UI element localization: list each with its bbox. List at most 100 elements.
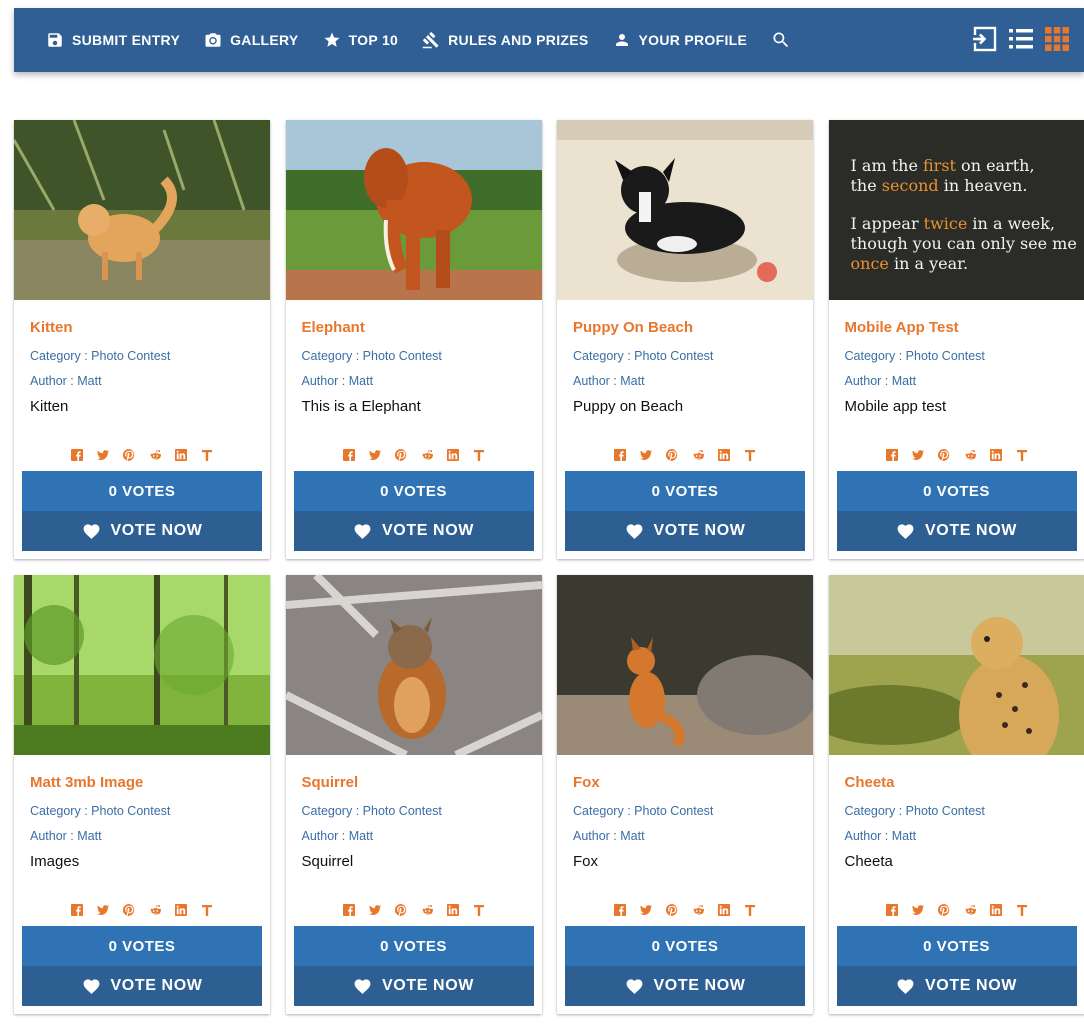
nav-your-profile[interactable]: YOUR PROFILE	[613, 31, 748, 49]
author-value[interactable]: Matt	[77, 374, 101, 388]
vote-now-button[interactable]: VOTE NOW	[293, 511, 534, 551]
share-facebook[interactable]	[885, 448, 898, 461]
category-value[interactable]: Photo Contest	[363, 804, 442, 818]
share-reddit[interactable]	[692, 903, 704, 915]
share-facebook[interactable]	[71, 448, 83, 461]
vote-now-button[interactable]: VOTE NOW	[565, 511, 805, 551]
vote-now-button[interactable]: VOTE NOW	[22, 511, 262, 551]
share-twitter[interactable]	[368, 448, 381, 460]
share-reddit[interactable]	[964, 448, 976, 460]
nav-search[interactable]	[771, 30, 799, 50]
share-facebook[interactable]	[885, 903, 898, 916]
share-pinterest[interactable]	[937, 448, 950, 461]
entry-title[interactable]: Squirrel	[302, 774, 526, 794]
share-tumblr[interactable]	[473, 448, 485, 461]
share-pinterest[interactable]	[665, 448, 678, 461]
share-linkedin[interactable]	[989, 903, 1002, 916]
share-linkedin[interactable]	[175, 448, 187, 461]
entry-title[interactable]: Matt 3mb Image	[30, 774, 254, 794]
category-prefix: Category :	[573, 349, 631, 363]
nav-gallery[interactable]: GALLERY	[204, 31, 298, 49]
entry-image[interactable]	[285, 120, 542, 300]
vote-now-button[interactable]: VOTE NOW	[293, 966, 534, 1006]
share-linkedin[interactable]	[175, 903, 187, 916]
share-linkedin[interactable]	[446, 903, 459, 916]
entry-image[interactable]	[557, 120, 813, 300]
share-linkedin[interactable]	[446, 448, 459, 461]
entry-image[interactable]	[285, 575, 542, 755]
share-pinterest[interactable]	[937, 903, 950, 916]
entry-image[interactable]	[828, 575, 1084, 755]
share-reddit[interactable]	[964, 903, 976, 915]
share-twitter[interactable]	[97, 903, 109, 915]
author-value[interactable]: Matt	[77, 829, 101, 843]
share-pinterest[interactable]	[122, 903, 135, 916]
vote-now-button[interactable]: VOTE NOW	[836, 966, 1077, 1006]
category-value[interactable]: Photo Contest	[363, 349, 442, 363]
share-facebook[interactable]	[71, 903, 83, 916]
tumblr-icon	[1016, 450, 1027, 461]
share-tumblr[interactable]	[201, 448, 213, 461]
login-button[interactable]	[970, 24, 1000, 54]
share-reddit[interactable]	[692, 448, 704, 460]
twitter-icon	[640, 450, 652, 460]
share-twitter[interactable]	[911, 903, 924, 915]
share-twitter[interactable]	[97, 448, 109, 460]
share-tumblr[interactable]	[1016, 448, 1028, 461]
entry-image[interactable]	[557, 575, 813, 755]
share-pinterest[interactable]	[122, 448, 135, 461]
entry-title[interactable]: Elephant	[302, 319, 526, 339]
entry-image[interactable]: I am the first on earth, the second in h…	[828, 120, 1084, 300]
entry-title[interactable]: Cheeta	[845, 774, 1069, 794]
share-tumblr[interactable]	[744, 448, 756, 461]
category-value[interactable]: Photo Contest	[634, 804, 713, 818]
share-twitter[interactable]	[368, 903, 381, 915]
list-view-button[interactable]	[1006, 24, 1036, 54]
author-value[interactable]: Matt	[892, 374, 916, 388]
share-twitter[interactable]	[911, 448, 924, 460]
nav-submit-entry[interactable]: SUBMIT ENTRY	[46, 31, 180, 49]
author-value[interactable]: Matt	[620, 374, 644, 388]
category-value[interactable]: Photo Contest	[634, 349, 713, 363]
share-tumblr[interactable]	[201, 903, 213, 916]
author-value[interactable]: Matt	[892, 829, 916, 843]
share-facebook[interactable]	[614, 448, 626, 461]
share-pinterest[interactable]	[665, 903, 678, 916]
share-reddit[interactable]	[149, 903, 162, 915]
entry-image[interactable]	[14, 575, 270, 755]
share-facebook[interactable]	[342, 903, 355, 916]
share-pinterest[interactable]	[394, 448, 407, 461]
entry-title[interactable]: Mobile App Test	[845, 319, 1069, 339]
share-reddit[interactable]	[421, 448, 433, 460]
share-linkedin[interactable]	[989, 448, 1002, 461]
author-value[interactable]: Matt	[620, 829, 644, 843]
nav-top-10[interactable]: TOP 10	[323, 31, 399, 49]
share-facebook[interactable]	[342, 448, 355, 461]
entry-image[interactable]	[14, 120, 270, 300]
category-value[interactable]: Photo Contest	[91, 349, 170, 363]
share-reddit[interactable]	[421, 903, 433, 915]
author-value[interactable]: Matt	[349, 374, 373, 388]
vote-now-button[interactable]: VOTE NOW	[22, 966, 262, 1006]
entry-title[interactable]: Puppy On Beach	[573, 319, 797, 339]
share-tumblr[interactable]	[1016, 903, 1028, 916]
author-value[interactable]: Matt	[349, 829, 373, 843]
share-linkedin[interactable]	[718, 903, 730, 916]
entry-title[interactable]: Fox	[573, 774, 797, 794]
share-twitter[interactable]	[640, 448, 652, 460]
share-tumblr[interactable]	[473, 903, 485, 916]
share-reddit[interactable]	[149, 448, 162, 460]
share-tumblr[interactable]	[744, 903, 756, 916]
vote-now-button[interactable]: VOTE NOW	[836, 511, 1077, 551]
vote-now-button[interactable]: VOTE NOW	[565, 966, 805, 1006]
share-twitter[interactable]	[640, 903, 652, 915]
grid-view-button[interactable]	[1042, 24, 1072, 54]
share-pinterest[interactable]	[394, 903, 407, 916]
category-value[interactable]: Photo Contest	[906, 349, 985, 363]
share-linkedin[interactable]	[718, 448, 730, 461]
nav-rules-and-prizes[interactable]: RULES AND PRIZES	[422, 31, 588, 49]
entry-title[interactable]: Kitten	[30, 319, 254, 339]
category-value[interactable]: Photo Contest	[906, 804, 985, 818]
share-facebook[interactable]	[614, 903, 626, 916]
category-value[interactable]: Photo Contest	[91, 804, 170, 818]
